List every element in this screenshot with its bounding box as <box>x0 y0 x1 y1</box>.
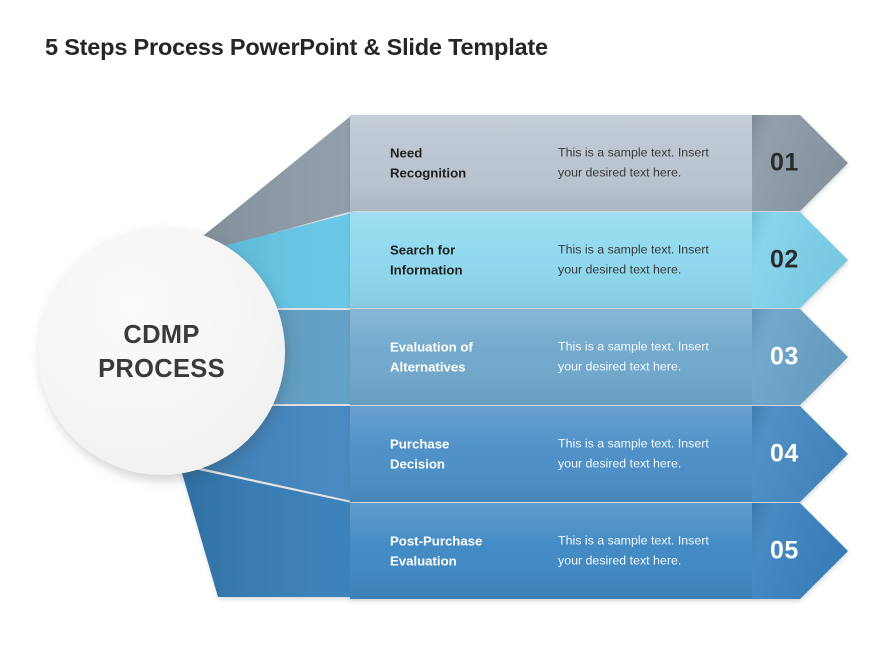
arrow-row-4[interactable] <box>350 406 848 502</box>
arrow-row-1[interactable] <box>350 115 848 211</box>
center-circle-label: CDMP PROCESS <box>98 320 225 383</box>
center-circle[interactable]: CDMP PROCESS <box>38 228 285 475</box>
arrow-row-5[interactable] <box>350 503 848 599</box>
slide-canvas: 5 Steps Process PowerPoint & Slide Templ… <box>0 0 870 653</box>
arrow-row-3[interactable] <box>350 309 848 405</box>
arrow-row-group <box>350 115 848 599</box>
arrow-row-2[interactable] <box>350 212 848 308</box>
